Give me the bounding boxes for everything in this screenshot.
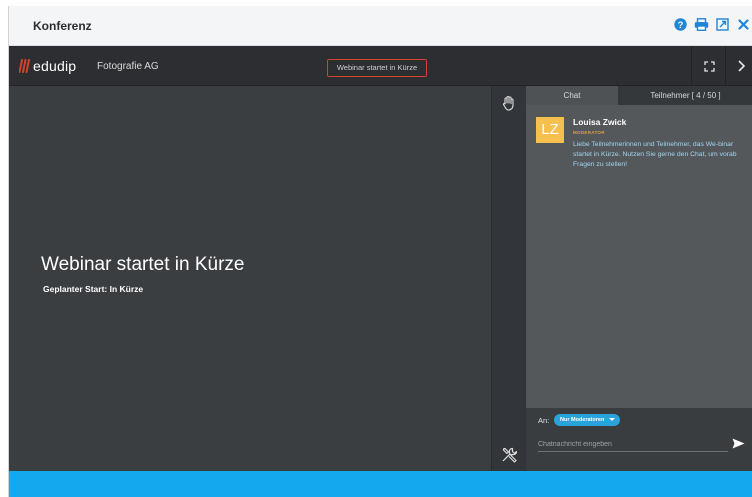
tools-icon[interactable] bbox=[500, 446, 518, 464]
logo-text: edudip bbox=[33, 58, 77, 74]
chat-message-input[interactable] bbox=[538, 438, 728, 452]
app-topbar: edudip Fotografie AG Webinar startet in … bbox=[9, 46, 752, 86]
tab-chat[interactable]: Chat bbox=[526, 86, 618, 105]
close-icon[interactable] bbox=[736, 17, 751, 32]
svg-text:?: ? bbox=[678, 20, 684, 31]
popout-icon[interactable] bbox=[715, 17, 730, 32]
help-icon[interactable]: ? bbox=[673, 17, 688, 32]
tool-strip bbox=[491, 86, 526, 471]
presentation-stage: Webinar startet in Kürze Geplanter Start… bbox=[9, 86, 491, 471]
message-author: Louisa Zwick bbox=[573, 117, 627, 127]
conference-dialog: Konferenz ? edudip Fotografie AG Webinar… bbox=[8, 6, 752, 497]
logo-slashes-icon bbox=[19, 59, 30, 73]
tab-participants[interactable]: Teilnehmer [ 4 / 50 ] bbox=[618, 86, 752, 105]
company-name: Fotografie AG bbox=[97, 61, 159, 72]
topbar-divider bbox=[725, 46, 726, 86]
fullscreen-icon[interactable] bbox=[699, 56, 719, 76]
webinar-status-badge: Webinar startet in Kürze bbox=[327, 59, 427, 77]
recipient-select[interactable]: Nur Moderatoren bbox=[554, 414, 621, 426]
chat-message-list: LZ Louisa Zwick MODERATOR Liebe Teilnehm… bbox=[526, 105, 752, 408]
panel-tabs: Chat Teilnehmer [ 4 / 50 ] bbox=[526, 86, 752, 105]
topbar-divider bbox=[691, 46, 692, 86]
recipient-label: An: bbox=[538, 416, 550, 425]
hand-raise-icon[interactable] bbox=[500, 94, 518, 112]
webinar-app: edudip Fotografie AG Webinar startet in … bbox=[9, 46, 752, 471]
dialog-header: Konferenz ? bbox=[9, 6, 752, 46]
send-icon[interactable] bbox=[731, 436, 746, 451]
edudip-logo: edudip bbox=[19, 58, 76, 74]
avatar: LZ bbox=[536, 117, 564, 143]
chevron-down-icon bbox=[609, 418, 616, 421]
stage-subtitle: Geplanter Start: In Kürze bbox=[43, 284, 144, 294]
message-role-badge: MODERATOR bbox=[573, 130, 605, 135]
message-text: Liebe Teilnehmerinnen und Teilnehmer, da… bbox=[573, 141, 737, 168]
dialog-header-actions: ? bbox=[673, 17, 751, 32]
bottom-bar bbox=[9, 471, 752, 497]
stage-title: Webinar startet in Kürze bbox=[41, 254, 245, 275]
print-icon[interactable] bbox=[694, 17, 709, 32]
side-panel: Chat Teilnehmer [ 4 / 50 ] LZ Louisa Zwi… bbox=[526, 86, 752, 471]
recipient-value: Nur Moderatoren bbox=[560, 417, 605, 423]
chat-compose: An: Nur Moderatoren bbox=[526, 408, 752, 471]
chevron-right-icon[interactable] bbox=[731, 56, 751, 76]
dialog-title: Konferenz bbox=[33, 19, 92, 33]
